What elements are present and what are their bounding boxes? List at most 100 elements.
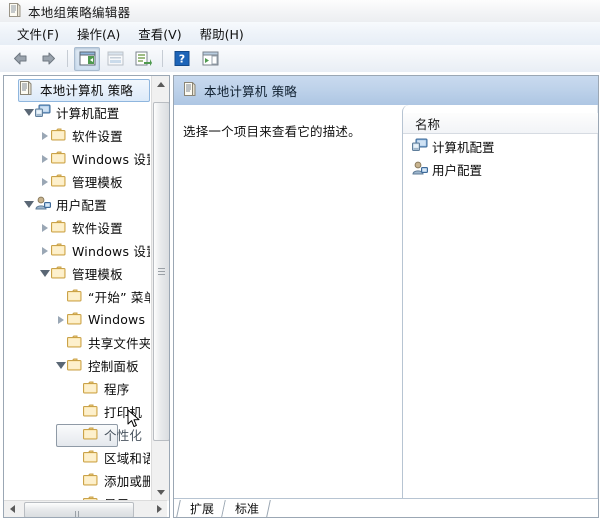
toolbar-separator-1 [67, 50, 68, 67]
folder-icon [51, 220, 68, 236]
tree-item-label: 区域和语言选项 [104, 451, 150, 466]
horizontal-scroll-thumb[interactable] [24, 502, 134, 517]
list-item-label: 计算机配置 [432, 140, 495, 155]
help-icon[interactable]: ? [169, 47, 195, 71]
show-hide-console-tree-icon[interactable] [74, 46, 100, 71]
tree-item-10[interactable]: Windows [4, 308, 150, 331]
expand-triangle-icon[interactable] [54, 315, 67, 324]
scroll-left-arrow-icon[interactable] [4, 501, 20, 517]
vertical-scroll-thumb[interactable] [153, 102, 169, 441]
show-hide-action-pane-icon[interactable] [197, 47, 223, 71]
details-pane: 本地计算机 策略 选择一个项目来查看它的描述。 名称 计算机配置用户配置 扩展 [173, 75, 599, 518]
scroll-down-arrow-icon[interactable] [152, 484, 169, 501]
tree-item-7[interactable]: Windows 设置 [4, 239, 150, 262]
console-tree: 本地计算机 策略计算机配置软件设置Windows 设置管理模板用户配置软件设置W… [4, 76, 150, 501]
folder-icon [83, 473, 100, 489]
tree-item-label: 打印机 [104, 405, 143, 420]
collapse-triangle-icon[interactable] [38, 270, 51, 277]
folder-icon [83, 427, 100, 443]
menu-help[interactable]: 帮助(H) [191, 22, 253, 45]
tree-item-label: 管理模板 [72, 175, 123, 190]
list-column-header[interactable]: 名称 [403, 113, 598, 134]
local-group-policy-editor-window: 本地组策略编辑器 文件(F) 操作(A) 查看(V) 帮助(H) ? 本地计算机… [0, 0, 600, 522]
toolbar-separator-2 [162, 50, 163, 67]
expand-triangle-icon[interactable] [38, 154, 51, 163]
tree-item-14[interactable]: 打印机 [4, 400, 150, 423]
policy-document-icon [183, 81, 196, 99]
policy-document-icon [8, 1, 21, 20]
tree-item-label: “开始” 菜单 [88, 290, 150, 305]
folder-icon [51, 128, 68, 144]
tree-item-0[interactable]: 本地计算机 策略 [4, 78, 150, 102]
tree-item-13[interactable]: 程序 [4, 377, 150, 400]
tree-item-16[interactable]: 区域和语言选项 [4, 446, 150, 469]
expand-triangle-icon[interactable] [38, 131, 51, 140]
folder-icon [83, 450, 100, 466]
column-header-name: 名称 [415, 116, 441, 132]
scroll-right-arrow-icon[interactable] [151, 501, 167, 517]
tab-standard[interactable]: 标准 [222, 500, 271, 517]
tree-item-9[interactable]: “开始” 菜单 [4, 285, 150, 308]
tree-item-15[interactable]: 个性化 [4, 423, 150, 447]
menu-view[interactable]: 查看(V) [129, 22, 190, 45]
collapse-triangle-icon[interactable] [22, 201, 35, 208]
folder-icon [83, 404, 100, 420]
tree-item-6[interactable]: 软件设置 [4, 216, 150, 239]
tree-item-label: 共享文件夹 [88, 336, 150, 351]
main-content: 本地计算机 策略计算机配置软件设置Windows 设置管理模板用户配置软件设置W… [0, 72, 600, 522]
folder-icon [51, 174, 68, 190]
tree-item-1[interactable]: 计算机配置 [4, 101, 150, 124]
list-item[interactable]: 用户配置 [403, 158, 598, 181]
tree-item-label: 本地计算机 策略 [40, 83, 134, 98]
tab-extended[interactable]: 扩展 [176, 500, 226, 517]
properties-icon[interactable] [102, 47, 128, 71]
tree-item-label: Windows [88, 312, 146, 327]
expand-triangle-icon[interactable] [38, 177, 51, 186]
tree-item-label: 计算机配置 [56, 106, 120, 121]
window-title: 本地组策略编辑器 [28, 4, 131, 20]
list-item[interactable]: 计算机配置 [403, 135, 598, 158]
toolbar: ? [0, 45, 600, 73]
tree-item-12[interactable]: 控制面板 [4, 354, 150, 377]
details-pane-title: 本地计算机 策略 [204, 84, 298, 99]
tree-vertical-scrollbar[interactable] [151, 76, 169, 501]
list-item-label: 用户配置 [432, 163, 483, 178]
tree-item-17[interactable]: 添加或删除程序 [4, 469, 150, 492]
tree-item-label: Windows 设置 [72, 152, 150, 167]
tree-item-4[interactable]: 管理模板 [4, 170, 150, 193]
back-arrow-icon[interactable] [7, 47, 33, 71]
tree-item-label: 软件设置 [72, 129, 123, 144]
tree-item-label: 控制面板 [88, 359, 139, 374]
expand-triangle-icon[interactable] [38, 246, 51, 255]
tree-item-label: 用户配置 [56, 198, 107, 213]
folder-icon [51, 243, 68, 259]
tab-standard-label: 标准 [235, 502, 260, 516]
menu-file[interactable]: 文件(F) [8, 22, 68, 45]
user-config-icon [412, 161, 428, 178]
export-list-icon[interactable] [130, 47, 156, 71]
tab-extended-label: 扩展 [190, 502, 215, 516]
user-config-icon [35, 196, 52, 213]
forward-arrow-icon[interactable] [35, 47, 61, 71]
computer-config-icon [35, 104, 52, 121]
folder-icon [67, 335, 84, 351]
policy-document-icon [19, 80, 36, 98]
expand-triangle-icon[interactable] [38, 223, 51, 232]
menu-action[interactable]: 操作(A) [68, 22, 129, 45]
collapse-triangle-icon[interactable] [54, 362, 67, 369]
scroll-up-arrow-icon[interactable] [152, 76, 169, 93]
title-bar: 本地组策略编辑器 [0, 0, 600, 23]
scroll-thumb-grip-icon [75, 507, 83, 517]
description-column: 选择一个项目来查看它的描述。 [174, 105, 402, 499]
tree-item-8[interactable]: 管理模板 [4, 262, 150, 285]
tree-item-3[interactable]: Windows 设置 [4, 147, 150, 170]
folder-icon [67, 312, 84, 328]
tree-item-11[interactable]: 共享文件夹 [4, 331, 150, 354]
tree-item-label: 管理模板 [72, 267, 123, 282]
folder-icon [51, 266, 68, 282]
tree-item-5[interactable]: 用户配置 [4, 193, 150, 216]
tree-item-2[interactable]: 软件设置 [4, 124, 150, 147]
tree-horizontal-scrollbar[interactable] [4, 500, 167, 517]
collapse-triangle-icon[interactable] [22, 109, 35, 116]
tree-item-label: 个性化 [104, 428, 143, 443]
